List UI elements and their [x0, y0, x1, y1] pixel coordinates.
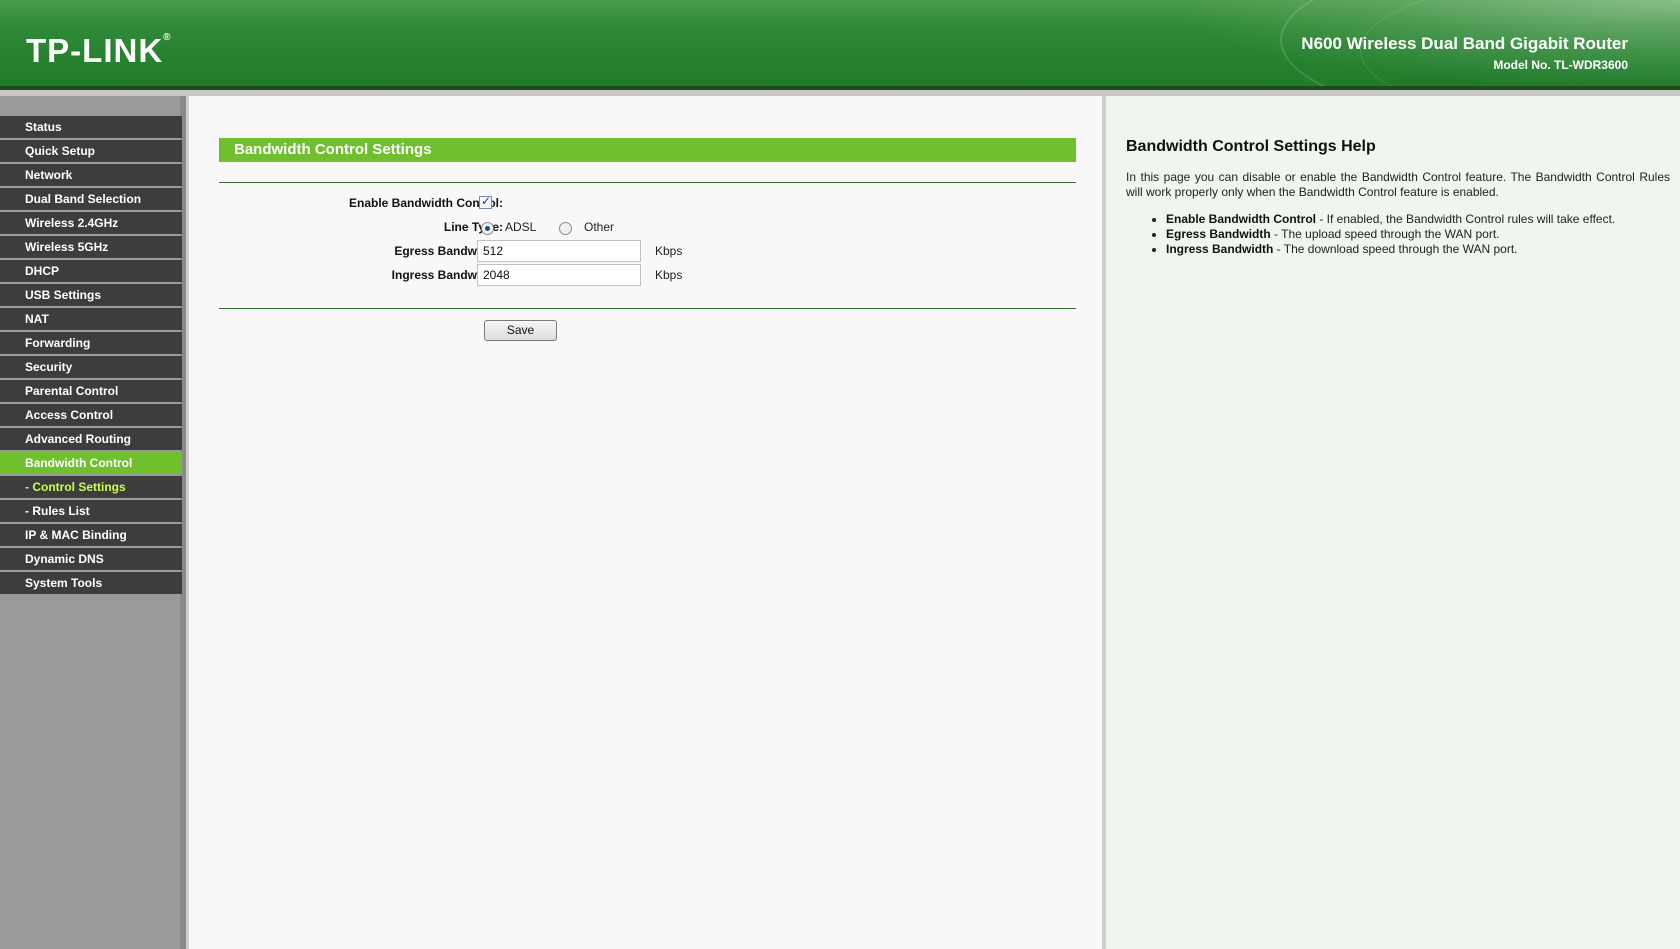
save-button[interactable]: Save — [484, 320, 557, 341]
help-description: - The upload speed through the WAN port. — [1270, 227, 1500, 241]
sidebar-item-network[interactable]: Network — [0, 164, 182, 186]
help-title: Bandwidth Control Settings Help — [1126, 138, 1376, 155]
help-list-item: Egress Bandwidth - The upload speed thro… — [1166, 227, 1666, 242]
ingress-bandwidth-input[interactable] — [477, 264, 641, 286]
sidebar-item-status[interactable]: Status — [0, 116, 182, 138]
line-type-adsl-label: ADSL — [505, 220, 537, 234]
sidebar-item-bandwidth-control[interactable]: Bandwidth Control — [0, 452, 182, 474]
help-panel: Bandwidth Control Settings Help In this … — [1106, 96, 1680, 949]
sidebar-item-control-settings[interactable]: - Control Settings — [0, 476, 182, 498]
page-title-bar: Bandwidth Control Settings — [219, 138, 1076, 162]
egress-unit: Kbps — [655, 244, 683, 258]
ingress-bandwidth-label: Ingress Bandwidth: — [391, 268, 503, 282]
sidebar-item-nat[interactable]: NAT — [0, 308, 182, 330]
line-type-adsl-radio[interactable] — [481, 222, 494, 235]
sidebar-item-security[interactable]: Security — [0, 356, 182, 378]
sidebar-item-usb-settings[interactable]: USB Settings — [0, 284, 182, 306]
help-description: - If enabled, the Bandwidth Control rule… — [1316, 212, 1616, 226]
ingress-unit: Kbps — [655, 268, 683, 282]
line-type-other-label: Other — [584, 220, 615, 234]
divider — [219, 308, 1076, 309]
line-type-other-radio[interactable] — [559, 222, 572, 235]
sidebar-item-dual-band-selection[interactable]: Dual Band Selection — [0, 188, 182, 210]
sidebar-item-quick-setup[interactable]: Quick Setup — [0, 140, 182, 162]
sidebar-item-dhcp[interactable]: DHCP — [0, 260, 182, 282]
sidebar-item-forwarding[interactable]: Forwarding — [0, 332, 182, 354]
help-term: Enable Bandwidth Control — [1166, 212, 1316, 226]
enable-bandwidth-label: Enable Bandwidth Control: — [349, 196, 503, 210]
sidebar-item-system-tools[interactable]: System Tools — [0, 572, 182, 594]
sidebar-item-access-control[interactable]: Access Control — [0, 404, 182, 426]
sidebar-menu: Status Quick Setup Network Dual Band Select… — [0, 116, 182, 596]
sidebar-item-ip-mac-binding[interactable]: IP & MAC Binding — [0, 524, 182, 546]
help-term: Ingress Bandwidth — [1166, 242, 1274, 256]
help-description: - The download speed through the WAN por… — [1273, 242, 1518, 256]
egress-bandwidth-label: Egress Bandwidth: — [394, 244, 503, 258]
divider — [219, 182, 1076, 183]
enable-bandwidth-checkbox[interactable] — [479, 194, 492, 209]
tp-link-logo: TP-LINK® — [26, 32, 172, 69]
sidebar-item-wireless-2-4ghz[interactable]: Wireless 2.4GHz — [0, 212, 182, 234]
help-term: Egress Bandwidth — [1166, 227, 1271, 241]
line-type-label: Line Type: — [443, 220, 503, 234]
header-banner: TP-LINK® N600 Wireless Dual Band Gigabit… — [0, 0, 1680, 90]
egress-bandwidth-input[interactable] — [477, 240, 641, 262]
help-list-item: Enable Bandwidth Control - If enabled, t… — [1166, 212, 1666, 227]
main-content: Bandwidth Control Settings Enable Bandwi… — [186, 96, 1106, 949]
help-list: Enable Bandwidth Control - If enabled, t… — [1166, 212, 1666, 257]
help-list-item: Ingress Bandwidth - The download speed t… — [1166, 242, 1666, 257]
sidebar-item-rules-list[interactable]: - Rules List — [0, 500, 182, 522]
sidebar-item-wireless-5ghz[interactable]: Wireless 5GHz — [0, 236, 182, 258]
sidebar-item-parental-control[interactable]: Parental Control — [0, 380, 182, 402]
sidebar: Status Quick Setup Network Dual Band Select… — [0, 96, 186, 949]
sidebar-item-dynamic-dns[interactable]: Dynamic DNS — [0, 548, 182, 570]
model-number: Model No. TL-WDR3600 — [1493, 58, 1628, 72]
page-title: Bandwidth Control Settings — [234, 141, 432, 158]
product-name: N600 Wireless Dual Band Gigabit Router — [1301, 34, 1628, 53]
help-intro: In this page you can disable or enable t… — [1126, 170, 1670, 199]
sidebar-item-advanced-routing[interactable]: Advanced Routing — [0, 428, 182, 450]
